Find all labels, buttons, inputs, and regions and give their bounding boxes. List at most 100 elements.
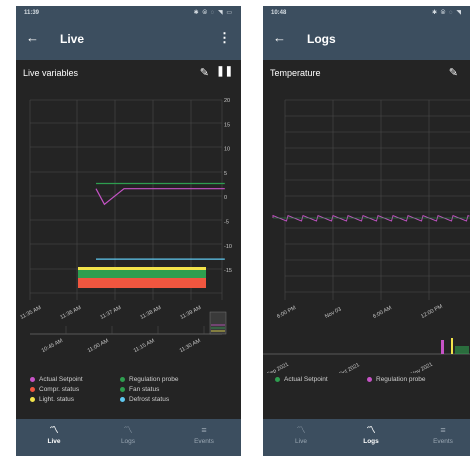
trend-icon: 〽 [296,425,306,435]
legend-item[interactable]: Regulation probe [120,376,179,383]
actual-setpoint-line [95,188,225,206]
page-title: Live [60,32,85,46]
legend-item[interactable]: Actual Setpoint [275,376,328,383]
legend-item[interactable]: Actual Setpoint [30,376,83,383]
section-title: Live variables [23,68,79,78]
x-tick-label: Nov 03 [324,307,342,320]
x-tick-label: 11:35 AM [19,305,42,321]
legend-item[interactable]: Defrost status [120,396,169,403]
y-tick-label: 5 [224,171,227,177]
y-tick-label: 15 [224,122,230,128]
legend-label: Actual Setpoint [284,376,328,383]
overview-tick-label: 11:00 AM [87,338,110,354]
live-chart[interactable]: 20 15 10 5 0 -5 -10 -15 11:35 AM 11:36 AM 11:37 A… [16,88,241,373]
section-title: Temperature [270,68,321,78]
pause-icon[interactable]: ❚❚ [216,66,233,77]
x-tick-label: 11:39 AM [179,305,202,321]
legend-label: Regulation probe [376,376,426,383]
overview-tick-label: Nov 2021 [410,362,434,373]
fan-status-bar [78,270,206,278]
logs-chart[interactable]: 6:00 PM Nov 03 6:00 AM 12:00 PM Sep 2021 Oct… [263,88,470,373]
nav-logs-label: Logs [363,438,379,445]
overview-tick-label: 11:15 AM [133,338,156,354]
overview-mark [441,340,444,354]
overview-tick-label: Oct 2021 [338,362,361,373]
nav-events-label: Events [433,438,453,445]
bottom-nav: 〽 Live 〽 Logs ≡ Events [263,419,470,456]
logs-grid [284,99,470,300]
legend-label: Fan status [129,386,160,393]
legend-label: Light. status [39,396,75,403]
y-tick-label: -15 [224,268,232,274]
legend-dot-icon [120,396,125,402]
legend-dot-icon [30,376,35,382]
edit-pencil-icon[interactable]: ✎ [449,66,458,79]
overview-mark [455,346,469,354]
overview-tick-label: Sep 2021 [266,362,290,373]
page-title: Logs [307,32,336,46]
section-header: Temperature ✎ [263,60,470,88]
trend-icon: 〽 [366,425,376,435]
list-icon: ≡ [201,425,207,435]
legend-label: Defrost status [129,396,170,403]
x-tick-label: 6:00 AM [372,305,393,320]
legend-label: Actual Setpoint [39,376,83,383]
legend-item[interactable]: Compr. status [30,386,79,393]
nav-events[interactable]: ≡ Events [413,425,470,445]
legend-item[interactable]: Light. status [30,396,74,403]
legend-dot-icon [120,376,125,382]
nav-live-label: Live [47,438,61,445]
legend-dot-icon [30,386,35,392]
status-icons: ✱ ⦾ ◌ ◥ ▭ [193,10,233,16]
legend-item[interactable]: Regulation probe [367,376,426,383]
x-tick-label: 6:00 PM [276,305,297,320]
legend-label: Compr. status [39,386,80,393]
section-header: Live variables ✎ ❚❚ [16,60,241,88]
nav-logs[interactable]: 〽 Logs [341,425,401,445]
y-tick-label: -10 [224,244,232,250]
nav-live[interactable]: 〽 Live [24,425,84,445]
bottom-nav: 〽 Live 〽 Logs ≡ Events [16,419,241,456]
overview-tick-label: 11:30 AM [179,338,202,354]
status-icons: ✱ ⦾ ◌ ◥ [431,10,462,16]
legend-dot-icon [120,386,125,392]
legend-dot-icon [367,376,372,382]
x-tick-label: 11:38 AM [139,305,162,321]
live-screen: 11:39 ✱ ⦾ ◌ ◥ ▭ ← Live ⋮ Live variables … [16,6,241,456]
nav-live-label: Live [295,438,307,445]
nav-events-label: Events [194,438,214,445]
more-vert-icon[interactable]: ⋮ [218,30,231,46]
overview-tick-label: 10:45 AM [41,338,65,354]
list-icon: ≡ [440,425,446,435]
logs-screen: 10:48 ✱ ⦾ ◌ ◥ ← Logs Temperature ✎ 6:00 … [263,6,470,456]
status-bar: 11:39 ✱ ⦾ ◌ ◥ ▭ [16,6,241,20]
legend-item[interactable]: Fan status [120,386,159,393]
edit-pencil-icon[interactable]: ✎ [200,66,209,79]
y-tick-label: 20 [224,98,230,104]
y-tick-label: -5 [224,220,229,226]
back-arrow-icon[interactable]: ← [273,30,286,45]
y-tick-label: 0 [224,195,227,201]
nav-events[interactable]: ≡ Events [174,425,234,445]
overview-grid [65,326,205,334]
status-bar: 10:48 ✱ ⦾ ◌ ◥ [263,6,470,20]
nav-logs[interactable]: 〽 Logs [98,425,158,445]
legend-dot-icon [30,396,35,402]
status-time: 11:39 [24,10,40,16]
regulation-probe-line [272,214,470,222]
y-tick-label: 10 [224,147,230,153]
back-arrow-icon[interactable]: ← [26,30,39,45]
app-bar: ← Live ⋮ [16,20,241,60]
x-tick-label: 12:00 PM [420,303,444,320]
nav-logs-label: Logs [120,438,136,445]
app-bar: ← Logs [263,20,470,60]
compr-status-bar [78,278,206,288]
nav-live[interactable]: 〽 Live [271,425,331,445]
legend-label: Regulation probe [129,376,179,383]
legend-dot-icon [275,376,280,382]
trend-icon: 〽 [49,425,59,435]
trend-icon: 〽 [123,425,133,435]
overview-mark [451,338,453,354]
light-status-bar [78,267,206,270]
status-time: 10:48 [271,10,287,16]
